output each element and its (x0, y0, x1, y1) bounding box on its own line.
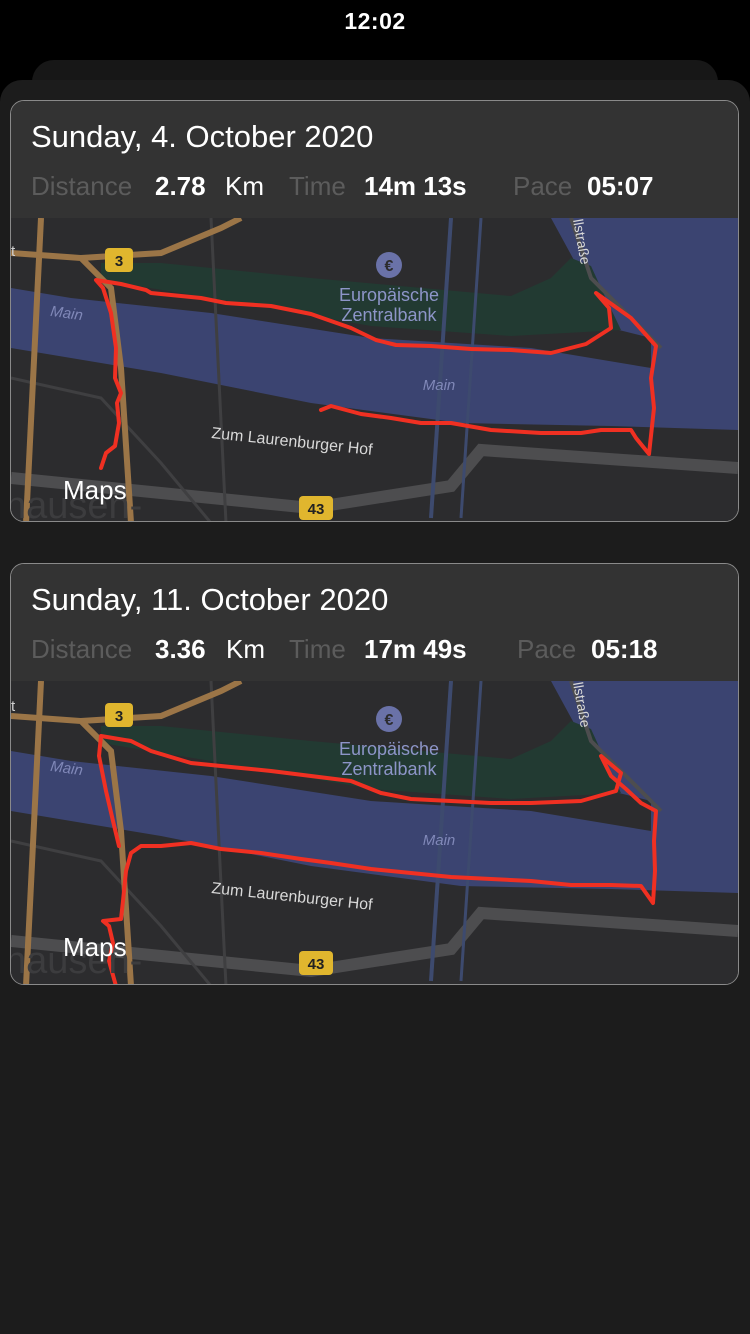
poi-name-line1: Europäische (339, 285, 439, 305)
river-label: Main (423, 377, 456, 394)
maps-attribution-label: Maps (63, 475, 127, 505)
poi-name-line2: Zentralbank (341, 759, 437, 779)
distance-label: Distance (31, 171, 133, 201)
run-card-header: Sunday, 4. October 2020 Distance 2.78 Km… (11, 101, 738, 218)
status-bar: 12:02 (0, 0, 750, 48)
poi-name-line2: Zentralbank (341, 305, 437, 325)
maps-attribution-label: Maps (63, 932, 127, 962)
svg-text:3: 3 (115, 253, 123, 270)
run-date: Sunday, 11. October 2020 (31, 582, 389, 617)
route-shield-43: 43 (299, 496, 333, 520)
pace-value: 05:07 (587, 171, 654, 201)
distance-label: Distance (31, 634, 133, 664)
pace-label: Pace (513, 171, 573, 201)
euro-bank-icon: € (376, 252, 402, 278)
distance-value: 2.78 (155, 171, 206, 201)
distance-unit: Km (226, 634, 265, 664)
time-value: 14m 13s (364, 171, 467, 201)
route-shield-3: 3 (105, 248, 133, 272)
euro-bank-icon: € (376, 706, 402, 732)
run-date: Sunday, 4. October 2020 (31, 119, 374, 154)
pace-label: Pace (517, 634, 577, 664)
run-card[interactable]: Sunday, 11. October 2020 Distance 3.36 K… (10, 563, 739, 985)
river-label: Main (423, 832, 456, 849)
route-map[interactable]: € Europäische Zentralbank Main Main Zum … (11, 218, 738, 521)
svg-text:€: € (385, 712, 394, 729)
svg-text:3: 3 (115, 708, 123, 725)
route-shield-43: 43 (299, 951, 333, 975)
maps-attribution[interactable]: Maps (63, 932, 127, 962)
pace-value: 05:18 (591, 634, 658, 664)
route-shield-3: 3 (105, 703, 133, 727)
time-value: 17m 49s (364, 634, 467, 664)
svg-text:43: 43 (308, 501, 325, 518)
run-card-header: Sunday, 11. October 2020 Distance 3.36 K… (11, 564, 738, 681)
time-label: Time (289, 171, 346, 201)
run-card[interactable]: Sunday, 4. October 2020 Distance 2.78 Km… (10, 100, 739, 522)
route-map[interactable]: € Europäische Zentralbank Main Main Zum … (11, 681, 738, 984)
time-label: Time (289, 634, 346, 664)
svg-text:€: € (385, 258, 394, 275)
poi-name-line1: Europäische (339, 739, 439, 759)
svg-text:43: 43 (308, 956, 325, 973)
status-time: 12:02 (344, 8, 406, 34)
distance-value: 3.36 (155, 634, 206, 664)
distance-unit: Km (225, 171, 264, 201)
maps-attribution[interactable]: Maps (63, 475, 127, 505)
